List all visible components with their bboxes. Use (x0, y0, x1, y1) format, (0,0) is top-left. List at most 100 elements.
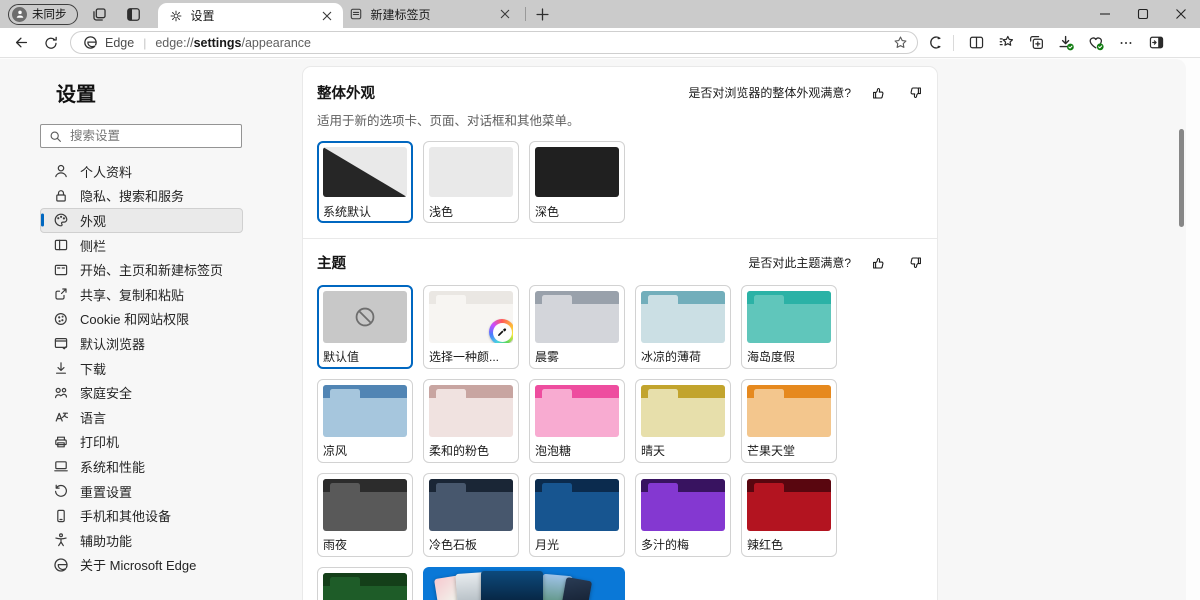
edge-browser-window: 未同步 设置 新建标签页 (0, 0, 1200, 600)
theme-card-晨雾[interactable]: 晨雾 (529, 285, 625, 369)
theme-preview (323, 385, 407, 437)
theme-preview (535, 385, 619, 437)
theme-card-芒果天堂[interactable]: 芒果天堂 (741, 379, 837, 463)
split-screen-icon[interactable] (963, 30, 989, 56)
appearance-mode-dark[interactable]: 深色 (529, 141, 625, 223)
more-options-icon[interactable] (1113, 30, 1139, 56)
mode-preview (429, 147, 513, 197)
sidebar-item-下载[interactable]: 下载 (40, 356, 243, 381)
theme-card-冰凉的薄荷[interactable]: 冰凉的薄荷 (635, 285, 731, 369)
navigation-toolbar: Edge | edge://settings/appearance (0, 28, 1200, 58)
sidebar-item-侧栏[interactable]: 侧栏 (40, 233, 243, 258)
theme-card-多汁的梅[interactable]: 多汁的梅 (635, 473, 731, 557)
sidebar-item-家庭安全[interactable]: 家庭安全 (40, 380, 243, 405)
theme-gallery-banner[interactable] (423, 567, 625, 600)
mode-preview (323, 147, 407, 197)
theme-label: 凉风 (323, 442, 407, 456)
theme-label: 多汁的梅 (641, 536, 725, 550)
appearance-mode-system[interactable]: 系统默认 (317, 141, 413, 223)
sidebar-item-语言[interactable]: 语言 (40, 405, 243, 430)
theme-preview-tab (542, 295, 572, 304)
sidebar-item-系统和性能[interactable]: 系统和性能 (40, 454, 243, 479)
appearance-mode-light[interactable]: 浅色 (423, 141, 519, 223)
feedback-question: 是否对此主题满意? (748, 254, 851, 271)
theme-card-选择一种颜...[interactable]: 选择一种颜... (423, 285, 519, 369)
shield-icon[interactable] (922, 30, 948, 56)
avatar (12, 7, 27, 22)
sidebar-item-关于 Microsoft Edge[interactable]: 关于 Microsoft Edge (40, 553, 243, 578)
browser-essentials-icon[interactable] (1083, 30, 1109, 56)
system-icon (53, 458, 69, 474)
thumbs-up-icon[interactable] (871, 85, 887, 101)
sidebar-item-手机和其他设备[interactable]: 手机和其他设备 (40, 503, 243, 528)
sidebar-item-重置设置[interactable]: 重置设置 (40, 479, 243, 504)
theme-preview (429, 479, 513, 531)
address-bar[interactable]: Edge | edge://settings/appearance (70, 31, 918, 54)
sidebar-item-隐私、搜索和服务[interactable]: 隐私、搜索和服务 (40, 184, 243, 209)
theme-preview (535, 479, 619, 531)
sidebar-item-打印机[interactable]: 打印机 (40, 430, 243, 455)
sidebar-item-辅助功能[interactable]: 辅助功能 (40, 528, 243, 553)
minimize-button[interactable] (1086, 0, 1124, 28)
settings-page: 设置 个人资料隐私、搜索和服务外观侧栏开始、主页和新建标签页共享、复制和粘贴Co… (0, 59, 1186, 600)
theme-card-凉风[interactable]: 凉风 (317, 379, 413, 463)
theme-card-冷色石板[interactable]: 冷色石板 (423, 473, 519, 557)
theme-preview (747, 479, 831, 531)
profile-chip[interactable]: 未同步 (8, 4, 78, 25)
sidebar-item-共享、复制和粘贴[interactable]: 共享、复制和粘贴 (40, 282, 243, 307)
theme-preview-tab (330, 389, 360, 398)
close-tab-icon[interactable] (319, 8, 335, 24)
sidebar-item-外观[interactable]: 外观 (40, 208, 243, 233)
mode-label: 浅色 (429, 203, 513, 217)
sidebar-item-label: 外观 (80, 211, 106, 230)
workspaces-icon[interactable] (88, 2, 112, 26)
theme-card-月光[interactable]: 月光 (529, 473, 625, 557)
search-input[interactable] (70, 129, 220, 143)
favorite-star-icon[interactable] (893, 35, 908, 50)
cookie-icon (53, 311, 69, 327)
sidebar-item-Cookie 和网站权限[interactable]: Cookie 和网站权限 (40, 307, 243, 332)
maximize-button[interactable] (1124, 0, 1162, 28)
thumbs-down-icon[interactable] (907, 85, 923, 101)
sidebar-item-默认浏览器[interactable]: 默认浏览器 (40, 331, 243, 356)
tab-new-tab-page[interactable]: 新建标签页 (343, 2, 521, 27)
sidebar-item-label: 家庭安全 (80, 383, 132, 402)
gear-icon (169, 9, 183, 23)
toolbar-divider (953, 35, 954, 51)
vertical-tabs-icon[interactable] (122, 2, 146, 26)
tab-label: 新建标签页 (371, 6, 489, 23)
sidebar-item-开始、主页和新建标签页[interactable]: 开始、主页和新建标签页 (40, 257, 243, 282)
sidebar-item-label: 辅助功能 (80, 531, 132, 550)
theme-preview (641, 291, 725, 343)
back-icon[interactable] (8, 30, 34, 56)
refresh-icon[interactable] (38, 30, 64, 56)
scrollbar-thumb[interactable] (1179, 129, 1184, 227)
appearance-settings-panel: 整体外观 是否对浏览器的整体外观满意? 适用于新的选项卡、页面、对话框和其他菜单… (302, 66, 938, 600)
thumbs-up-icon[interactable] (871, 255, 887, 271)
copilot-sidebar-icon[interactable] (1143, 30, 1169, 56)
thumbs-down-icon[interactable] (907, 255, 923, 271)
settings-search-box[interactable] (40, 124, 242, 148)
sidebar-item-label: 重置设置 (80, 482, 132, 501)
theme-card-泡泡糖[interactable]: 泡泡糖 (529, 379, 625, 463)
start-page-icon (53, 262, 69, 278)
close-tab-icon[interactable] (497, 6, 513, 22)
sidebar-item-个人资料[interactable]: 个人资料 (40, 159, 243, 184)
theme-card-辣红色[interactable]: 辣红色 (741, 473, 837, 557)
tab-settings[interactable]: 设置 (158, 3, 343, 28)
theme-card-unnamed[interactable] (317, 567, 413, 600)
collections-icon[interactable] (1023, 30, 1049, 56)
page-title: 设置 (56, 78, 300, 107)
theme-card-海岛度假[interactable]: 海岛度假 (741, 285, 837, 369)
close-window-button[interactable] (1162, 0, 1200, 28)
theme-card-柔和的粉色[interactable]: 柔和的粉色 (423, 379, 519, 463)
theme-card-晴天[interactable]: 晴天 (635, 379, 731, 463)
mode-label: 系统默认 (323, 203, 407, 217)
theme-card-默认值[interactable]: 默认值 (317, 285, 413, 369)
favorites-icon[interactable] (993, 30, 1019, 56)
downloads-icon[interactable] (1053, 30, 1079, 56)
url-text: edge://settings/appearance (155, 36, 893, 50)
family-icon (53, 385, 69, 401)
theme-card-雨夜[interactable]: 雨夜 (317, 473, 413, 557)
new-tab-button[interactable] (530, 2, 556, 26)
